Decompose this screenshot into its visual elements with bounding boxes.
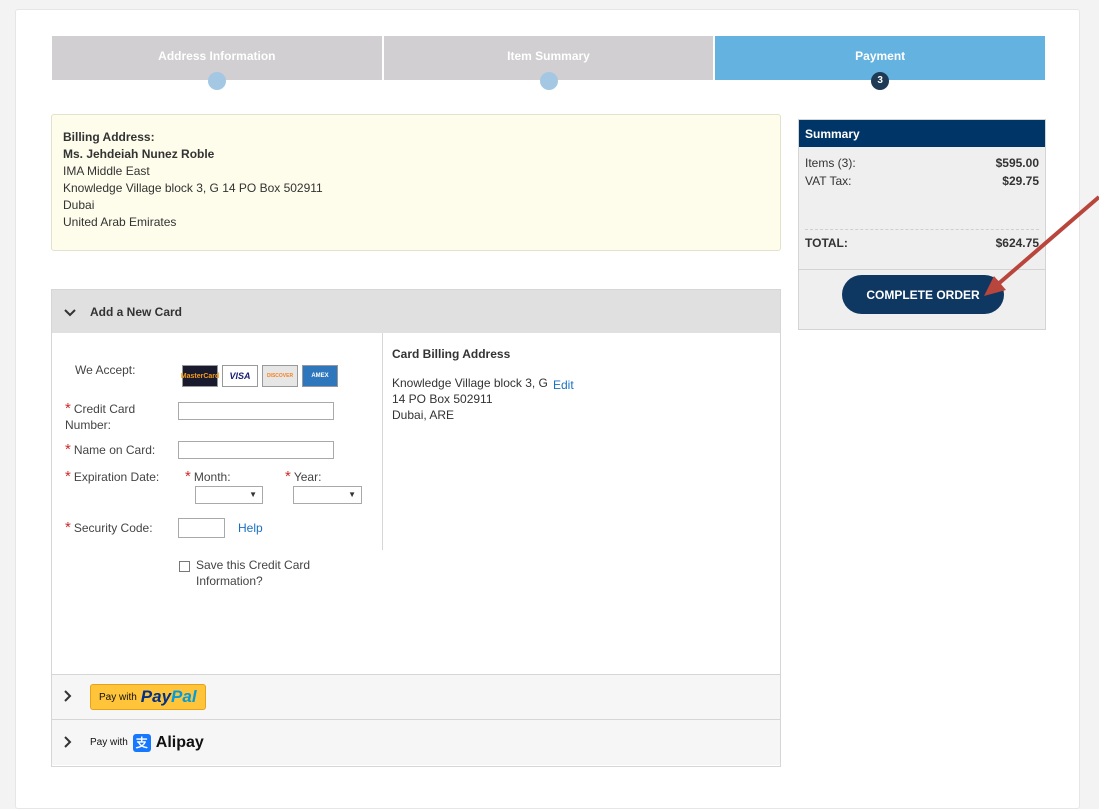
security-code-label: * Security Code: [65, 519, 153, 536]
year-label: * Year: [285, 468, 322, 485]
step-payment[interactable]: Payment 3 [715, 36, 1046, 90]
summary-tax-row: VAT Tax: $29.75 [805, 172, 1039, 190]
items-value: $595.00 [995, 156, 1039, 170]
alipay-button[interactable]: Pay with 支 Alipay [90, 733, 204, 752]
step-number: 2 [539, 72, 558, 90]
card-billing-line3: Dubai, ARE [392, 408, 455, 422]
security-code-input[interactable] [178, 518, 225, 538]
name-on-card-input[interactable] [178, 441, 334, 459]
add-new-card-title: Add a New Card [90, 304, 183, 319]
step-address-information[interactable]: Address Information 1 [52, 36, 382, 90]
checkout-steps: Address Information 1 Item Summary 2 Pay… [52, 36, 1046, 90]
save-card-checkbox[interactable] [179, 561, 190, 572]
paypal-logo: PayPal [140, 687, 197, 706]
alipay-logo: Alipay [155, 733, 204, 751]
year-select[interactable]: ▼ [293, 486, 362, 504]
credit-card-number-input[interactable] [178, 402, 334, 420]
save-card-label: Save this Credit Card Information? [196, 558, 311, 588]
billing-city: Dubai [63, 198, 95, 212]
new-card-form: We Accept: MasterCard VISA DISCOVER AMEX… [52, 333, 780, 675]
visa-logo: VISA [222, 365, 258, 387]
summary-items-row: Items (3): $595.00 [805, 154, 1039, 172]
expiration-date-label: * Expiration Date: [65, 468, 160, 485]
step-label: Address Information [158, 49, 276, 63]
billing-name: Ms. Jehdeiah Nunez Roble [63, 147, 215, 161]
accepted-cards: MasterCard VISA DISCOVER AMEX [181, 365, 338, 387]
complete-order-button[interactable]: COMPLETE ORDER [842, 275, 1004, 314]
alipay-icon: 支 [132, 733, 151, 752]
billing-street: Knowledge Village block 3, G 14 PO Box 5… [63, 181, 323, 195]
mastercard-logo: MasterCard [181, 365, 219, 387]
security-code-help-link[interactable]: Help [238, 520, 263, 536]
tax-value: $29.75 [1002, 174, 1039, 188]
step-label: Payment [855, 49, 906, 63]
step-number: 3 [871, 72, 890, 90]
billing-address-box: Billing Address: Ms. Jehdeiah Nunez Robl… [51, 114, 781, 251]
billing-country: United Arab Emirates [63, 215, 177, 229]
edit-card-billing-link[interactable]: Edit [553, 377, 574, 393]
chevron-right-icon [64, 689, 90, 705]
step-item-summary[interactable]: Item Summary 2 [383, 36, 714, 90]
billing-company: IMA Middle East [63, 164, 150, 178]
chevron-down-icon: ▼ [249, 490, 257, 499]
chevron-down-icon [64, 304, 90, 320]
total-value: $624.75 [995, 236, 1039, 250]
paypal-option[interactable]: Pay with PayPal [52, 675, 780, 720]
paypal-button[interactable]: Pay with PayPal [90, 684, 206, 710]
chevron-right-icon [64, 735, 90, 751]
payment-methods: Add a New Card We Accept: MasterCard VIS… [51, 289, 781, 767]
step-label: Item Summary [507, 49, 590, 63]
order-summary: Summary Items (3): $595.00 VAT Tax: $29.… [798, 119, 1046, 330]
tax-label: VAT Tax: [805, 174, 852, 188]
name-on-card-label: * Name on Card: [65, 441, 156, 458]
month-select[interactable]: ▼ [195, 486, 263, 504]
we-accept-label: We Accept: [75, 363, 136, 377]
discover-logo: DISCOVER [262, 365, 298, 387]
chevron-down-icon: ▼ [348, 490, 356, 499]
alipay-prefix: Pay with [90, 737, 128, 748]
add-new-card-header[interactable]: Add a New Card [52, 290, 780, 333]
card-billing-address: Card Billing Address Knowledge Village b… [392, 346, 592, 423]
summary-total-row: TOTAL: $624.75 [799, 230, 1045, 270]
month-label: * Month: [185, 468, 231, 485]
amex-logo: AMEX [302, 365, 338, 387]
billing-heading: Billing Address: [63, 130, 155, 144]
alipay-option[interactable]: Pay with 支 Alipay [52, 720, 780, 765]
total-label: TOTAL: [805, 236, 848, 250]
credit-card-number-label: * Credit Card Number: [65, 400, 136, 433]
step-number: 1 [207, 72, 226, 90]
paypal-prefix: Pay with [99, 691, 137, 703]
items-label: Items (3): [805, 156, 856, 170]
card-billing-line2: 14 PO Box 502911 [392, 392, 493, 406]
summary-title: Summary [799, 120, 1045, 147]
checkout-page: Address Information 1 Item Summary 2 Pay… [15, 9, 1080, 809]
card-billing-title: Card Billing Address [392, 347, 511, 361]
